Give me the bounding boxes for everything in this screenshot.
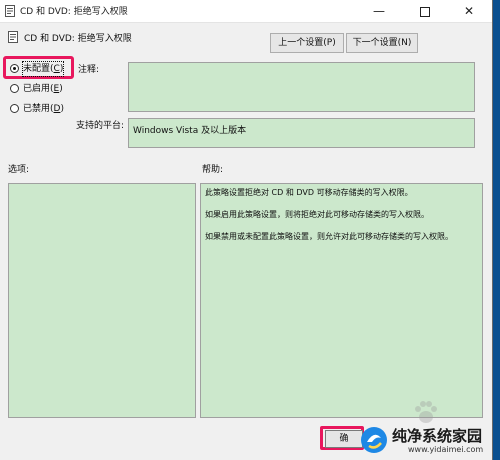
policy-doc-icon [5,5,15,17]
radio-label: 已启用(E) [23,84,63,94]
radio-button[interactable] [10,64,19,73]
options-panel [8,183,196,418]
policy-dialog-window: CD 和 DVD: 拒绝写入权限 — ✕ CD 和 DVD: 拒绝写入权限 上一… [0,0,493,460]
maximize-button[interactable] [402,0,448,22]
comment-label: 注释: [78,65,100,75]
radio-label: 已禁用(D) [23,104,64,114]
help-paragraph: 如果启用此策略设置，则将拒绝对此可移动存储类的写入权限。 [205,210,429,219]
maximize-icon [420,6,430,17]
help-panel: 此策略设置拒绝对 CD 和 DVD 可移动存储类的写入权限。 如果启用此策略设置… [200,183,483,418]
help-paragraph: 如果禁用或未配置此策略设置，则允许对此可移动存储类的写入权限。 [205,232,453,241]
watermark-logo-icon [361,427,387,453]
comment-textarea[interactable] [128,62,475,112]
radio-button[interactable] [10,84,19,93]
policy-setting-icon [8,31,18,43]
window-title: CD 和 DVD: 拒绝写入权限 [20,7,128,17]
site-watermark: 纯净系统家园 www.yidaimei.com [356,422,496,458]
close-button[interactable]: ✕ [446,0,492,22]
watermark-text: 纯净系统家园 [392,427,483,445]
previous-setting-button[interactable]: 上一个设置(P) [270,33,344,53]
help-label: 帮助: [202,165,224,175]
policy-name: CD 和 DVD: 拒绝写入权限 [24,34,132,44]
help-paragraph: 此策略设置拒绝对 CD 和 DVD 可移动存储类的写入权限。 [205,188,413,197]
watermark-url: www.yidaimei.com [408,445,484,454]
radio-label: 未配置(C) [21,61,65,77]
radio-button[interactable] [10,104,19,113]
minimize-button[interactable]: — [356,0,402,22]
title-bar: CD 和 DVD: 拒绝写入权限 — ✕ [0,0,492,23]
next-setting-button[interactable]: 下一个设置(N) [346,33,418,53]
options-label: 选项: [8,165,30,175]
platform-label: 支持的平台: [76,121,125,131]
platform-field: Windows Vista 及以上版本 [128,118,475,148]
